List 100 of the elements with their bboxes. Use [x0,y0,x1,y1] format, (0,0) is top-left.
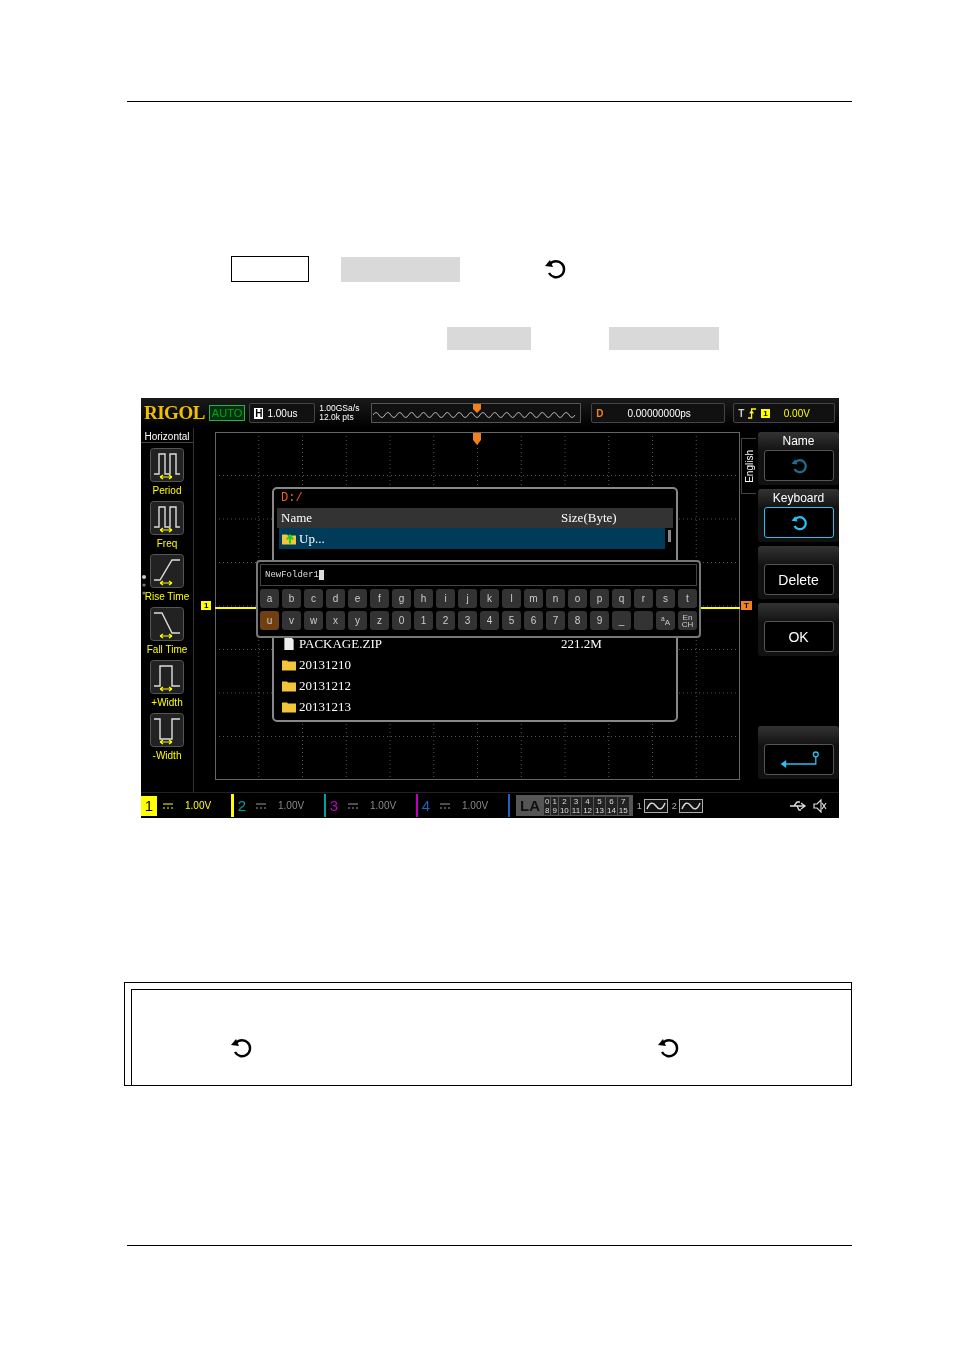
key[interactable]: 0 [392,611,411,630]
rotate-icon [789,456,808,475]
channel-tab[interactable]: 1 1.00V [141,794,234,817]
channel-number: 3 [328,795,340,816]
measure-label: +Width [151,697,183,708]
trigger-level: 0.00V [783,407,810,419]
column-header: Name [280,510,314,526]
digital-channel: 10 [558,805,570,815]
key[interactable]: 5 [502,611,521,630]
key[interactable]: u [260,611,279,630]
menu-title: Horizontal [141,431,193,443]
dc-coupling-icon [256,802,266,809]
key[interactable]: z [370,611,389,630]
rising-edge-icon [748,407,758,419]
key[interactable]: c [304,589,323,608]
measure-icon[interactable] [150,660,184,694]
file-row[interactable]: 20131212 [279,675,665,696]
softkey-button[interactable] [763,744,834,775]
key[interactable]: 2 [436,611,455,630]
trigger-box[interactable]: T 1 0.00V [733,403,836,423]
key[interactable]: 3 [458,611,477,630]
channel-scale: 1.00V [185,800,212,811]
key[interactable]: b [282,589,301,608]
key[interactable]: i [436,589,455,608]
key[interactable]: 8 [568,611,587,630]
key[interactable]: o [568,589,587,608]
digital-channel: 5 [594,796,605,806]
generator-tab[interactable]: 1 [636,798,668,813]
sample-rate: 1.00GSa/s [319,404,361,413]
dc-coupling-icon [348,802,358,809]
key[interactable]: 9 [590,611,609,630]
digital-channel: 14 [605,805,617,815]
key[interactable]: k [480,589,499,608]
key[interactable]: e [348,589,367,608]
digital-channel: 13 [594,805,605,815]
scrollbar[interactable] [668,530,671,542]
file-row[interactable]: Up... [279,528,665,549]
current-path: D:/ [280,490,304,507]
dc-coupling-icon [440,802,450,809]
measure-label: Freq [156,538,178,549]
measure-icon[interactable] [150,713,184,747]
key[interactable]: v [282,611,301,630]
dc-coupling-icon [163,802,173,809]
key[interactable]: p [590,589,609,608]
measure-icon[interactable] [150,607,184,641]
key[interactable]: s [656,589,675,608]
digital-channel: 15 [617,805,629,815]
key[interactable]: 4 [480,611,499,630]
rotate-icon [789,513,808,532]
key[interactable]: w [304,611,323,630]
channel-tab[interactable]: 3 1.00V [326,794,418,817]
enter-icon [778,749,819,770]
mode-badge: AUTO [208,405,246,421]
digital-channel: 8 [544,805,551,815]
key[interactable]: m [524,589,543,608]
channel-tab[interactable]: 4 1.00V [418,794,510,817]
input-field[interactable]: NewFolder1 [260,564,697,586]
measure-label: Rise Time [144,591,190,602]
measure-icon[interactable] [150,448,184,482]
digital-channel: 0 [544,796,551,806]
generator-tab[interactable]: 2 [671,798,703,813]
trigger-position-icon [473,404,482,413]
key[interactable]: n [546,589,565,608]
key[interactable]: 6 [524,611,543,630]
softkey-button[interactable]: Delete [763,564,834,595]
key[interactable]: f [370,589,389,608]
key[interactable]: 7 [546,611,565,630]
key[interactable]: _ [612,611,631,630]
file-row[interactable]: 20131213 [279,696,665,717]
key[interactable]: r [634,589,653,608]
timebase-box[interactable]: H 1.00us [249,403,316,423]
key[interactable]: l [502,589,521,608]
logic-analyzer-tab[interactable]: LA 0 1 2 3 4 5 6 7 8 9 10 11 12 13 14 15 [516,795,633,816]
key[interactable]: y [348,611,367,630]
key[interactable]: j [458,589,477,608]
digital-channel: 2 [558,796,570,806]
key[interactable]: d [326,589,345,608]
folder-icon [282,658,296,671]
channel-scale: 1.00V [278,800,305,811]
key[interactable]: g [392,589,411,608]
measure-icon[interactable] [150,554,184,588]
key[interactable]: $^{a}$A [656,611,675,630]
delay-box[interactable]: D 0.00000000ps [591,403,726,423]
softkey-button[interactable]: OK [763,621,834,652]
sine-wave-icon [678,798,703,813]
measure-icon[interactable] [150,501,184,535]
softkey-button[interactable] [763,507,834,538]
key[interactable]: En CH [678,611,697,630]
file-row[interactable]: 20131210 [279,654,665,675]
key[interactable]: t [678,589,697,608]
channel-tab[interactable]: 2 1.00V [234,794,326,817]
language-tab[interactable]: English [741,438,756,494]
key[interactable]: h [414,589,433,608]
key[interactable]: 1 [414,611,433,630]
key[interactable]: q [612,589,631,608]
folder-icon [282,532,296,545]
key[interactable]: a [260,589,279,608]
channel-scale: 1.00V [370,800,397,811]
key[interactable]: x [326,611,345,630]
digital-channel: 4 [582,796,594,806]
